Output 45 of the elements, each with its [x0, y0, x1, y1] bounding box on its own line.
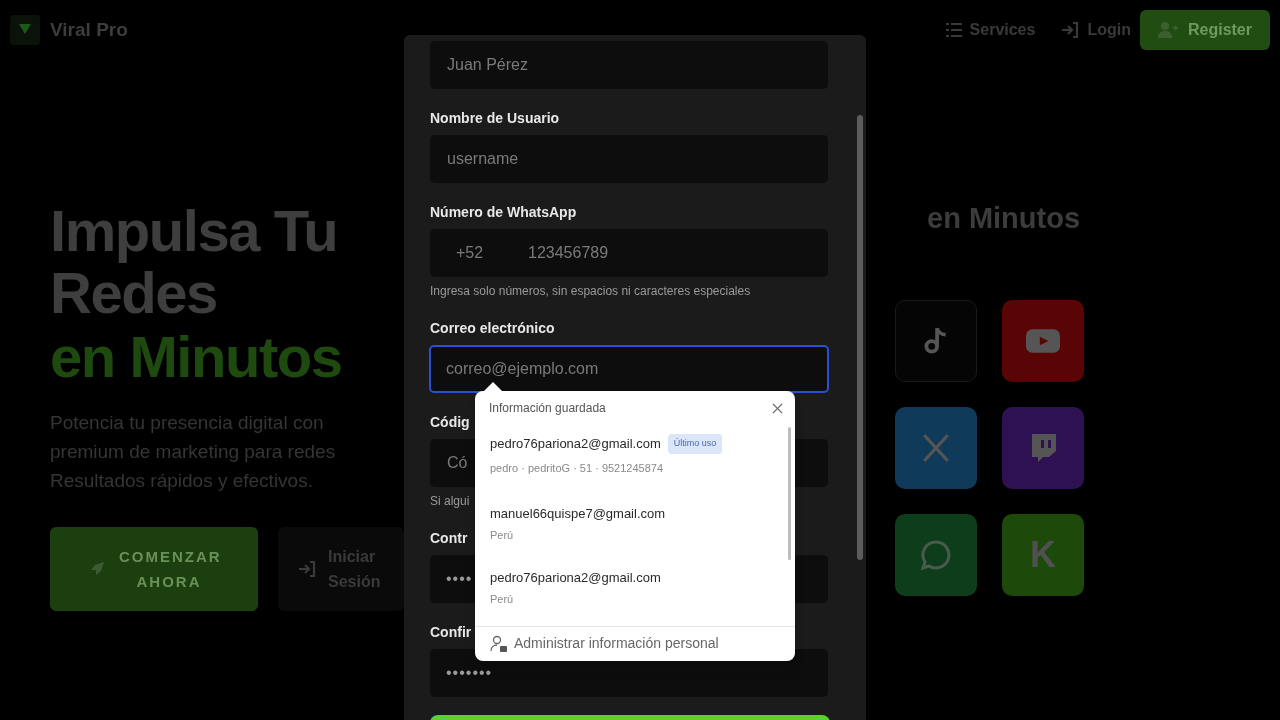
play-icon — [1026, 329, 1060, 353]
field-label: Correo electrónico — [430, 319, 555, 337]
saved-email[interactable]: pedro76pariona2@gmail.com — [490, 433, 661, 454]
saved-detail: Perú — [490, 527, 515, 542]
field-label: Contr — [430, 529, 468, 547]
social-tile[interactable] — [895, 514, 977, 596]
hero-title: Redes — [50, 262, 217, 324]
register-button[interactable]: Register — [1139, 10, 1270, 50]
input-field[interactable]: Juan Pérez — [430, 41, 828, 89]
rocket-icon — [89, 561, 105, 577]
social-tile[interactable] — [895, 300, 977, 382]
popup-title: Información guardada — [489, 400, 606, 418]
social-tile[interactable] — [895, 407, 977, 489]
input-field[interactable]: +52 123456789 — [430, 229, 828, 277]
manage-info-icon — [490, 634, 508, 653]
logo-icon[interactable] — [10, 15, 40, 45]
field-hint: Si algui — [430, 493, 470, 509]
hero-title: Impulsa Tu — [50, 200, 339, 262]
saved-email[interactable]: pedro76pariona2@gmail.com — [490, 567, 661, 588]
add-user-icon — [1157, 22, 1178, 38]
close-icon[interactable] — [772, 402, 783, 414]
scrollbar-thumb[interactable] — [788, 426, 791, 560]
saved-detail: Perú — [490, 591, 515, 606]
scrollbar-thumb[interactable] — [857, 115, 863, 560]
field-hint: Ingresa solo números, sin espacios ni caracteres especiales — [430, 283, 751, 299]
start-button[interactable]: COMENZAR AHORA — [50, 527, 258, 611]
social-tile[interactable] — [1002, 407, 1084, 489]
list-icon — [945, 23, 962, 37]
x-icon — [921, 433, 951, 463]
field-label: Número de WhatsApp — [430, 203, 577, 221]
saved-email[interactable]: manuel66quispe7@gmail.com — [490, 503, 666, 524]
input-field[interactable]: username — [430, 135, 828, 183]
field-label: Nombre de Usuario — [430, 109, 560, 127]
last-used-badge: Último uso — [667, 434, 723, 454]
section-heading: en Minutos — [927, 201, 1081, 236]
field-label: Códig — [430, 413, 470, 431]
saved-detail: pedro · pedritoG · 51 · 9521245874 — [490, 460, 665, 475]
social-tile[interactable] — [1002, 300, 1084, 382]
hero-title-accent: en Minutos — [50, 324, 343, 390]
phone-bubble-icon — [921, 540, 951, 570]
field-label: Confir — [430, 623, 472, 641]
input-field[interactable]: correo@ejemplo.com — [429, 345, 829, 393]
logo-letter: K — [1030, 533, 1056, 577]
login-icon — [298, 561, 316, 577]
login-icon — [1061, 22, 1080, 38]
